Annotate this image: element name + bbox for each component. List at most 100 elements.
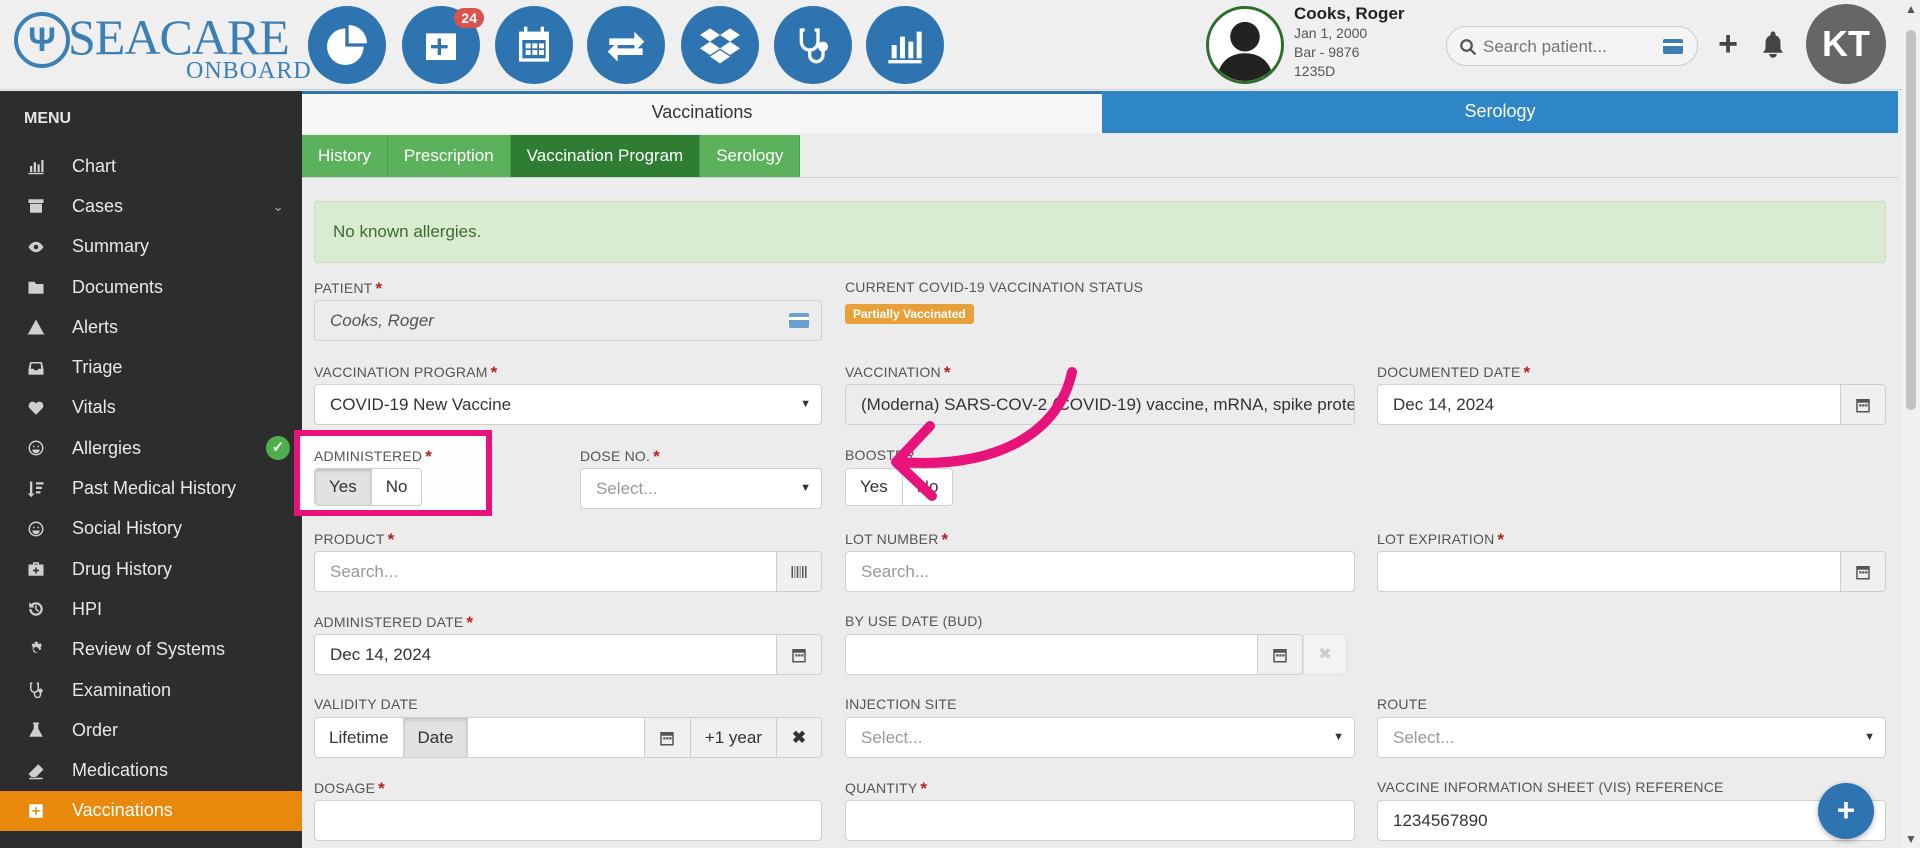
subtab-prescription[interactable]: Prescription (387, 135, 511, 177)
scroll-up-icon[interactable]: ▲ (1905, 2, 1917, 16)
page-scrollbar[interactable]: ▲ ▼ (1902, 0, 1920, 848)
subtab-serology[interactable]: Serology (700, 135, 801, 177)
tab-vaccinations[interactable]: Vaccinations (302, 91, 1102, 133)
bell-icon[interactable] (1758, 28, 1788, 60)
injection-site-label: INJECTION SITE (845, 696, 957, 712)
status-badge: Partially Vaccinated (845, 304, 974, 324)
dosage-field[interactable] (314, 800, 822, 841)
add-icon[interactable]: + (1712, 26, 1744, 62)
plus-one-year-button[interactable]: +1 year (690, 718, 777, 757)
validity-lifetime-button[interactable]: Lifetime (315, 718, 404, 757)
bar-chart-icon (0, 157, 72, 175)
validity-date-button[interactable]: Date (403, 718, 469, 757)
administered-no-button[interactable]: No (371, 469, 422, 505)
scrollbar-thumb[interactable] (1906, 30, 1916, 410)
transfer-nav-button[interactable] (587, 6, 665, 84)
user-avatar[interactable]: KT (1806, 4, 1886, 84)
vis-reference-field[interactable]: 1234567890 (1377, 800, 1886, 841)
logo-name: SEACARE (68, 9, 290, 65)
sidebar-item-documents[interactable]: Documents (0, 267, 302, 307)
booster-no-button[interactable]: No (902, 469, 953, 505)
sidebar-item-vaccinations[interactable]: Vaccinations (0, 790, 302, 832)
sidebar-item-examination[interactable]: Examination (0, 670, 302, 710)
calendar-button[interactable] (1840, 552, 1885, 591)
folder-icon (0, 278, 72, 296)
exam-nav-button[interactable] (774, 6, 852, 84)
sidebar-item-hpi[interactable]: HPI (0, 589, 302, 629)
scroll-down-icon[interactable]: ▼ (1905, 832, 1917, 846)
calendar-button[interactable] (776, 635, 821, 674)
booster-yes-button[interactable]: Yes (846, 469, 903, 505)
vaccination-program-select[interactable]: COVID-19 New Vaccine ▼ (314, 384, 822, 425)
id-card-icon[interactable] (1663, 39, 1683, 54)
quantity-field[interactable] (845, 800, 1355, 841)
calendar-button[interactable] (644, 718, 691, 757)
sidebar-item-past-medical-history[interactable]: Past Medical History (0, 468, 302, 508)
sidebar-item-chart[interactable]: Chart (0, 146, 302, 186)
dose-no-label: DOSE NO. * (580, 447, 660, 466)
notification-badge: 24 (454, 8, 484, 28)
vaccination-field[interactable]: (Moderna) SARS-COV-2 (COVID-19) vaccine,… (845, 384, 1355, 425)
sidebar-item-summary[interactable]: Summary (0, 227, 302, 267)
patient-name: Cooks, Roger (1294, 4, 1405, 23)
chevron-down-icon[interactable]: ⌄ (272, 198, 284, 215)
sidebar-item-vitals[interactable]: Vitals (0, 388, 302, 428)
administered-date-field[interactable]: Dec 14, 2024 (314, 634, 822, 675)
calendar-button[interactable] (1840, 385, 1885, 424)
sidebar-item-medications[interactable]: Medications (0, 750, 302, 790)
bud-date-field[interactable] (845, 634, 1303, 675)
search-icon (1460, 39, 1477, 56)
administered-yes-button[interactable]: Yes (315, 469, 372, 505)
dropbox-nav-button[interactable] (681, 6, 759, 84)
calendar-icon (519, 26, 549, 62)
sidebar-item-allergies[interactable]: Allergies ✓ (0, 428, 302, 468)
chart-nav-button[interactable] (308, 6, 386, 84)
subtab-history[interactable]: History (302, 135, 388, 177)
search-input[interactable] (1483, 33, 1653, 61)
patient-info: Cooks, Roger Jan 1, 2000 Bar - 9876 1235… (1294, 4, 1405, 81)
eye-icon (0, 238, 72, 256)
tab-serology-top[interactable]: Serology (1102, 91, 1898, 133)
chart-pie-icon (327, 25, 367, 65)
patient-field[interactable]: Cooks, Roger (314, 300, 822, 341)
clear-icon[interactable]: ✖ (777, 718, 821, 757)
sidebar-item-label: Chart (72, 155, 117, 176)
new-case-nav-button[interactable]: 24 (402, 6, 484, 84)
sidebar-item-drug-history[interactable]: Drug History (0, 549, 302, 589)
sidebar-item-social-history[interactable]: Social History (0, 509, 302, 549)
vaccination-label: VACCINATION * (845, 363, 951, 382)
patient-avatar[interactable] (1206, 6, 1284, 84)
sub-tabs: History Prescription Vaccination Program… (302, 135, 801, 177)
sort-list-icon (0, 480, 72, 498)
injection-site-select[interactable]: Select... ▼ (845, 717, 1355, 758)
calendar-nav-button[interactable] (495, 6, 573, 84)
calendar-button[interactable] (1257, 635, 1302, 674)
sidebar-item-cases[interactable]: Cases ⌄ (0, 186, 302, 226)
sidebar-item-label: Social History (72, 518, 183, 539)
product-search[interactable]: Search... (314, 551, 822, 592)
sidebar-item-review-of-systems[interactable]: Review of Systems (0, 630, 302, 670)
subtab-vaccination-program[interactable]: Vaccination Program (510, 135, 701, 177)
route-select[interactable]: Select... ▼ (1377, 717, 1886, 758)
clear-date-button[interactable]: ✖ (1303, 634, 1347, 675)
inbox-icon (0, 359, 72, 377)
dose-no-select[interactable]: Select... ▼ (580, 468, 822, 509)
sidebar-item-triage[interactable]: Triage (0, 347, 302, 387)
lot-expiration-field[interactable] (1377, 551, 1886, 592)
sidebar-item-label: HPI (72, 598, 103, 619)
validity-date-input[interactable] (468, 718, 645, 757)
lot-number-search[interactable]: Search... (845, 551, 1355, 592)
sidebar-item-alerts[interactable]: Alerts (0, 307, 302, 347)
sidebar-item-label: Past Medical History (72, 478, 237, 499)
reports-nav-button[interactable] (866, 6, 944, 84)
floating-add-button[interactable]: + (1818, 783, 1874, 839)
logo[interactable]: Ψ SEACARE ONBOARD (14, 8, 311, 84)
sidebar-item-order[interactable]: Order (0, 710, 302, 750)
documented-date-field[interactable]: Dec 14, 2024 (1377, 384, 1886, 425)
id-card-icon[interactable] (789, 313, 809, 328)
barcode-button[interactable] (776, 552, 821, 591)
sidebar-item-label: Alerts (72, 316, 119, 337)
sidebar-item-label: Cases (72, 195, 124, 216)
booster-toggle: Yes No (845, 468, 954, 506)
sidebar-item-label: Medications (72, 760, 169, 781)
